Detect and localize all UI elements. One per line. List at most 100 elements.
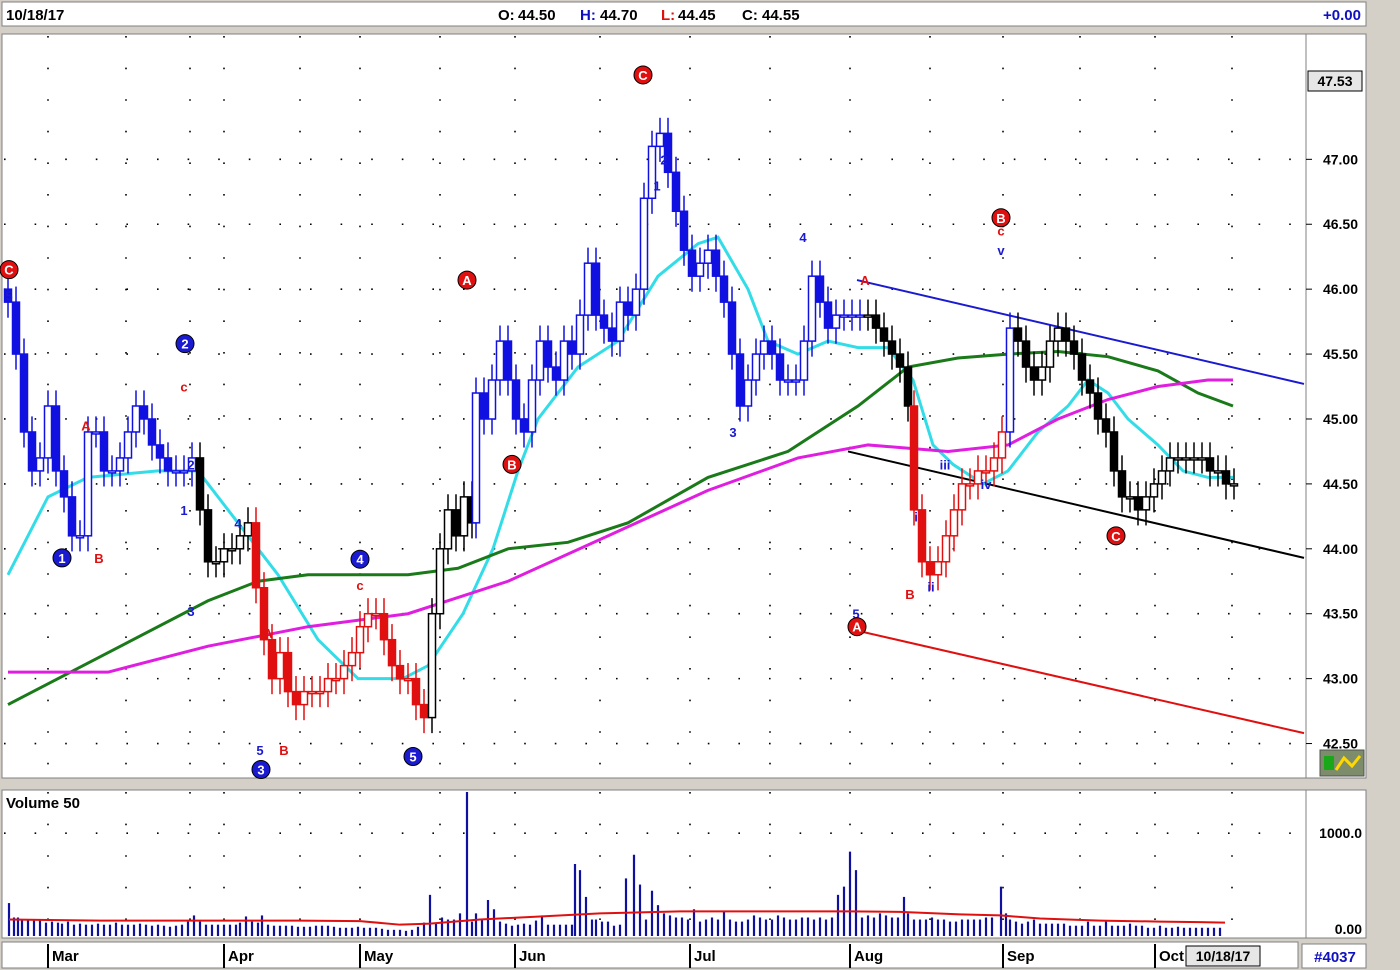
header-change: +0.00 — [1323, 7, 1361, 24]
price-panel[interactable] — [1, 33, 1307, 779]
month-label: Jun — [519, 948, 546, 965]
candle-body — [411, 677, 421, 706]
candle-body — [1077, 353, 1087, 381]
candle-body — [703, 249, 713, 264]
candle-body — [751, 353, 761, 381]
wave-label: c — [356, 578, 363, 593]
candle-body — [459, 496, 469, 537]
candle-body — [551, 366, 561, 381]
price-tick-label: 46.50 — [1323, 216, 1358, 232]
candle-body — [11, 301, 21, 355]
header-close-label: C: — [742, 7, 758, 24]
candle-body — [131, 405, 141, 433]
wave-badge-label: 4 — [356, 552, 364, 567]
candle-body — [35, 457, 45, 472]
volume-axis — [1305, 789, 1367, 939]
candle-body — [879, 327, 889, 342]
candle-body — [949, 509, 959, 537]
candle-body — [387, 638, 397, 667]
month-label: Aug — [854, 948, 883, 965]
candle-body — [355, 625, 365, 654]
candle-body — [243, 522, 253, 537]
volume-title: Volume 50 — [6, 795, 80, 812]
candle-body — [107, 470, 117, 474]
wave-label: ii — [927, 579, 934, 594]
candle-body — [91, 431, 101, 435]
candle-body — [895, 353, 905, 368]
wave-label: c — [180, 380, 187, 395]
chart-settings-icon[interactable] — [1319, 749, 1365, 777]
candle-body — [495, 340, 505, 381]
candle-body — [941, 535, 951, 563]
candle-body — [535, 340, 545, 381]
candle-body — [1029, 366, 1039, 381]
candle-body — [331, 677, 341, 682]
wave-label: 2 — [187, 457, 194, 472]
candle-body — [719, 275, 729, 303]
candle-body — [371, 612, 381, 617]
candle-body — [1125, 496, 1135, 500]
candle-body — [519, 418, 529, 433]
candle-body — [1157, 470, 1167, 485]
candle-body — [19, 353, 29, 433]
candle-body — [925, 561, 935, 576]
month-label: Sep — [1007, 948, 1035, 965]
candle-body — [227, 548, 237, 552]
price-axis[interactable] — [1305, 33, 1367, 779]
candle-body — [291, 690, 301, 706]
month-label: Apr — [228, 948, 254, 965]
volume-panel[interactable] — [1, 789, 1307, 939]
wave-badge-label: C — [1111, 529, 1121, 544]
candle-body — [1141, 496, 1151, 511]
candle-body — [1093, 392, 1103, 420]
wave-badge-label: C — [4, 263, 14, 278]
candle-body — [863, 314, 873, 318]
candle-body — [267, 638, 277, 680]
price-tick-label: 44.50 — [1323, 476, 1358, 492]
candle-body — [957, 483, 967, 511]
candle-body — [839, 314, 849, 318]
candle-body — [1229, 483, 1239, 487]
wave-label: 2 — [660, 152, 667, 167]
price-tick-label: 42.50 — [1323, 736, 1358, 752]
candle-body — [443, 509, 453, 550]
candle-body — [559, 340, 569, 381]
footer-date-box: 10/18/17 — [1185, 945, 1261, 967]
candle-body — [735, 353, 745, 407]
candle-body — [1181, 457, 1191, 461]
header-high: 44.70 — [600, 7, 638, 24]
price-tick-label: 46.00 — [1323, 281, 1358, 297]
wave-badge-label: A — [852, 620, 862, 635]
candle-body — [783, 379, 793, 383]
wave-label: i — [914, 509, 918, 524]
candle-body — [775, 353, 785, 381]
candle-body — [235, 535, 245, 550]
candle-body — [917, 509, 927, 563]
candle-body — [323, 677, 333, 693]
price-tick-label: 43.50 — [1323, 606, 1358, 622]
candle-body — [27, 431, 37, 472]
candle-body — [767, 340, 777, 355]
candle-body — [487, 379, 497, 420]
candle-body — [1213, 470, 1223, 474]
candle-body — [419, 703, 429, 719]
footer-date-text: 10/18/17 — [1196, 948, 1251, 964]
candle-body — [799, 340, 809, 381]
wave-label: A — [860, 273, 870, 288]
wave-badge-label: 1 — [58, 551, 65, 566]
candle-body — [59, 470, 69, 498]
candle-body — [989, 457, 999, 472]
candle-body — [615, 301, 625, 342]
symbol-count-text: #4037 — [1314, 949, 1356, 966]
wave-label: iv — [981, 477, 993, 492]
candle-body — [623, 301, 633, 316]
candle-body — [599, 314, 609, 329]
candle-body — [1005, 327, 1015, 433]
wave-label: c — [997, 224, 1004, 239]
candle-body — [347, 651, 357, 667]
candle-body — [575, 314, 585, 355]
wave-label: 3 — [187, 604, 194, 619]
candle-body — [403, 677, 413, 682]
candle-body — [503, 340, 513, 381]
candle-body — [115, 457, 125, 472]
